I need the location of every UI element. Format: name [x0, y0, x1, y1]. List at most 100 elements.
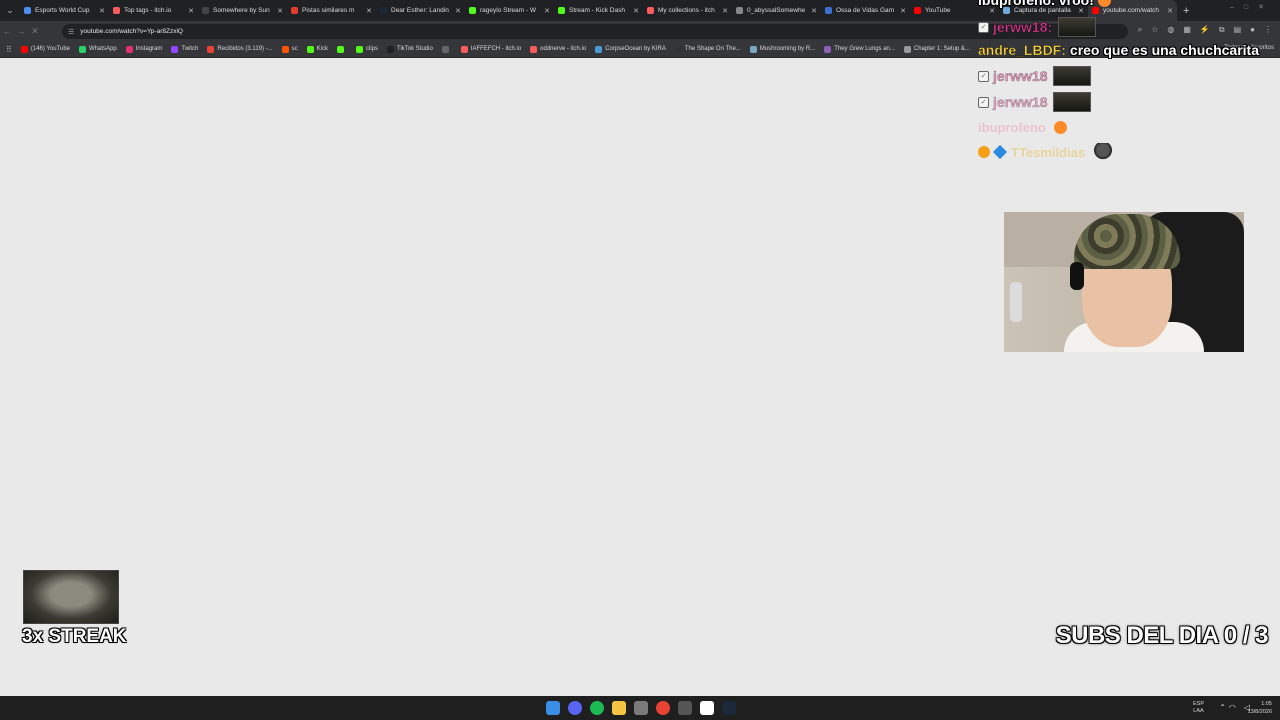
browser-tab[interactable]: Pistas similares m ✕: [287, 0, 376, 21]
bookmark-item[interactable]: They Grew Lungs an...: [824, 45, 895, 53]
emote-icon: [1097, 0, 1111, 7]
url-text[interactable]: youtube.com/watch?v=Yp-ar8ZzxlQ: [80, 28, 183, 35]
browser-tab[interactable]: Ossa de Vidas Gam ✕: [821, 0, 910, 21]
app-icon[interactable]: [634, 701, 648, 715]
badge-icon: [978, 146, 990, 158]
favicon-icon: [171, 45, 179, 53]
bookmark-item[interactable]: Instagram: [125, 45, 163, 53]
browser-tab[interactable]: rageylo Stream - W ✕: [465, 0, 554, 21]
browser-tab[interactable]: Somewhere by Sun ✕: [198, 0, 287, 21]
close-tab-icon[interactable]: ✕: [455, 7, 461, 15]
favicon-icon: [824, 45, 832, 53]
back-icon[interactable]: ←: [0, 26, 14, 36]
streak-label: 3x STREAK: [22, 626, 127, 647]
steam-icon[interactable]: [722, 701, 736, 715]
bookmark-label: oddnerve - itch.io: [540, 46, 587, 52]
bookmark-item[interactable]: oddnerve - itch.io: [530, 45, 587, 53]
browser-tab[interactable]: 0_abyssalSomewhe ✕: [732, 0, 821, 21]
chat-text: ibuprofeno: [978, 0, 1052, 8]
emote-icon: [1053, 66, 1092, 86]
tab-title: Ossa de Vidas Gam: [836, 7, 895, 14]
favicon-icon: [207, 45, 215, 53]
chevron-up-icon[interactable]: ⌃: [1219, 703, 1226, 712]
obs-icon[interactable]: [678, 701, 692, 715]
favicon-icon: [647, 7, 654, 14]
chat-username: andre_LBDF:: [978, 42, 1066, 58]
bookmark-label: IAFFEFCH - itch.io: [470, 46, 522, 52]
capcut-icon[interactable]: [700, 701, 714, 715]
badge-icon: ✓: [978, 21, 989, 33]
chat-text: creo que es una chuchcarita: [1069, 42, 1259, 58]
tab-title: Stream - Kick Dash: [569, 7, 625, 14]
favicon-icon: [469, 7, 476, 14]
bookmark-item[interactable]: Recibidos (3.119) -...: [207, 45, 273, 53]
browser-tab[interactable]: My collections - itch ✕: [643, 0, 732, 21]
close-tab-icon[interactable]: ✕: [277, 7, 283, 15]
bookmark-item[interactable]: (146) YouTube: [20, 45, 71, 53]
wifi-icon[interactable]: ◠: [1229, 703, 1236, 712]
bookmark-item[interactable]: TikTok Studio: [387, 45, 433, 53]
chat-message: ✓ jerww18: [978, 66, 1092, 86]
close-tab-icon[interactable]: ✕: [722, 7, 728, 15]
badge-icon: [992, 144, 1008, 160]
bookmark-item[interactable]: Chapter 1: Setup &...: [903, 45, 970, 53]
chat-text: vroo!: [1058, 0, 1094, 8]
close-tab-icon[interactable]: ✕: [188, 7, 194, 15]
bookmark-label: Mushrooming by R...: [759, 46, 816, 52]
bookmark-item[interactable]: clips: [356, 45, 378, 53]
spotify-icon[interactable]: [590, 701, 604, 715]
streak-image: [23, 570, 119, 624]
favicon-icon: [736, 7, 743, 14]
favicon-icon: [903, 45, 911, 53]
forward-icon[interactable]: →: [14, 26, 28, 36]
bookmark-item[interactable]: [441, 45, 452, 53]
tab-search-icon[interactable]: ⌄: [0, 0, 20, 21]
close-tab-icon[interactable]: ✕: [544, 7, 550, 15]
favicon-icon: [306, 45, 314, 53]
system-tray: ⌃: [1219, 703, 1226, 712]
favicon-icon: [24, 7, 31, 14]
apps-icon[interactable]: ⠿: [6, 45, 12, 54]
close-tab-icon[interactable]: ✕: [900, 7, 906, 15]
browser-tab[interactable]: Top tags - itch.io ✕: [109, 0, 198, 21]
language-indicator[interactable]: ESP LAA: [1193, 701, 1204, 715]
close-tab-icon[interactable]: ✕: [633, 7, 639, 15]
bookmark-label: Instagram: [135, 46, 163, 52]
browser-tab[interactable]: Esports World Cup ✕: [20, 0, 109, 21]
emote-icon: [1053, 92, 1092, 112]
bookmark-item[interactable]: Mushrooming by R...: [749, 45, 816, 53]
clock[interactable]: 1:05 13/8/2026: [1248, 700, 1272, 716]
bookmark-item[interactable]: Twitch: [171, 45, 199, 53]
close-tab-icon[interactable]: ✕: [366, 7, 372, 15]
chrome-icon[interactable]: [656, 701, 670, 715]
favicon-icon: [460, 45, 468, 53]
stop-loading-icon[interactable]: ✕: [28, 26, 42, 37]
bookmark-item[interactable]: IAFFEFCH - itch.io: [460, 45, 522, 53]
chat-message: ✓ jerww18: [978, 92, 1092, 112]
favicon-icon: [291, 7, 298, 14]
bookmark-item[interactable]: CorpseOcean by KIRA: [595, 45, 666, 53]
close-tab-icon[interactable]: ✕: [811, 7, 817, 15]
windows-start-icon[interactable]: [546, 701, 560, 715]
address-bar[interactable]: ☰ youtube.com/watch?v=Yp-ar8ZzxlQ: [62, 24, 1128, 39]
site-info-icon[interactable]: ☰: [68, 28, 74, 36]
chat-message: andre_LBDF: creo que es una chuchcarita: [978, 42, 1259, 58]
browser-tab[interactable]: Stream - Kick Dash ✕: [554, 0, 643, 21]
headphones-image: [1070, 262, 1084, 290]
file-explorer-icon[interactable]: [612, 701, 626, 715]
bookmark-item[interactable]: Kick: [306, 45, 328, 53]
lang-text: LAA: [1193, 708, 1204, 714]
badge-icon: ✓: [978, 70, 989, 82]
close-tab-icon[interactable]: ✕: [99, 7, 105, 15]
bookmark-item[interactable]: sc: [281, 45, 298, 53]
bookmark-label: Twitch: [181, 46, 199, 52]
bookmark-item[interactable]: The Shape On The...: [674, 45, 741, 53]
bookmark-item[interactable]: WhatsApp: [79, 45, 117, 53]
discord-icon[interactable]: [568, 701, 582, 715]
bookmark-label: (146) YouTube: [30, 46, 71, 52]
chat-message: ibuprofeno. vroo!: [978, 0, 1111, 8]
browser-tab[interactable]: Dear Esther: Landin ✕: [376, 0, 465, 21]
bookmark-item[interactable]: [337, 45, 347, 53]
chat-message: ibuprofeno: [978, 120, 1067, 135]
bookmark-label: Kick: [316, 46, 328, 52]
